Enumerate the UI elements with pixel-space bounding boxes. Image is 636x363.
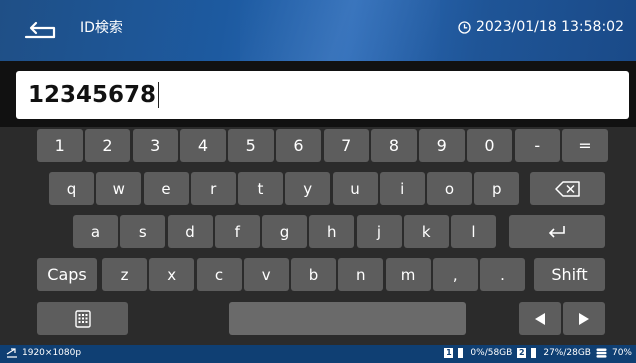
key-n[interactable]: n xyxy=(338,258,384,291)
key-b[interactable]: b xyxy=(291,258,336,291)
back-button[interactable] xyxy=(22,14,58,46)
key-=[interactable]: = xyxy=(562,129,608,162)
input-value: 12345678 xyxy=(28,82,157,108)
sd-card-icon xyxy=(458,348,464,358)
key-v[interactable]: v xyxy=(243,258,289,291)
resolution-text: 1920×1080p xyxy=(22,348,82,358)
key-z[interactable]: z xyxy=(102,258,147,291)
key-x[interactable]: x xyxy=(149,258,195,291)
text-caret xyxy=(158,82,159,108)
cast-icon xyxy=(6,348,17,358)
clock-icon xyxy=(458,20,471,34)
key-l[interactable]: l xyxy=(451,215,496,248)
key-3[interactable]: 3 xyxy=(132,129,178,162)
disk1-usage: 0%/58GB xyxy=(470,348,513,358)
key-d[interactable]: d xyxy=(167,215,213,248)
caps-key[interactable]: Caps xyxy=(37,258,97,291)
header-sheen xyxy=(240,0,440,61)
id-search-input[interactable]: 12345678 xyxy=(16,71,629,119)
key-r[interactable]: r xyxy=(190,172,236,205)
key-6[interactable]: 6 xyxy=(275,129,322,162)
key-q[interactable]: q xyxy=(49,172,94,205)
backspace-key[interactable] xyxy=(530,172,605,205)
key-t[interactable]: t xyxy=(238,172,283,205)
key-s[interactable]: s xyxy=(120,215,166,248)
space-key[interactable] xyxy=(229,302,466,335)
key-j[interactable]: j xyxy=(356,215,402,248)
cursor-left-key[interactable] xyxy=(519,302,561,335)
keyboard-icon xyxy=(74,309,91,328)
disk2-usage: 27%/28GB xyxy=(543,348,591,358)
key-1[interactable]: 1 xyxy=(37,129,83,162)
key-m[interactable]: m xyxy=(385,258,431,291)
key-k[interactable]: k xyxy=(403,215,449,248)
disk1-badge: 1 xyxy=(444,348,454,358)
header-bar: ID検索 2023/01/18 13:58:02 xyxy=(0,0,636,61)
keyboard-toggle-key[interactable] xyxy=(37,302,128,335)
key-g[interactable]: g xyxy=(262,215,307,248)
key-i[interactable]: i xyxy=(379,172,425,205)
sd-card-icon xyxy=(531,348,537,358)
cursor-right-key[interactable] xyxy=(563,302,605,335)
key-c[interactable]: c xyxy=(196,258,242,291)
key-p[interactable]: p xyxy=(474,172,520,205)
storage-usage: 70% xyxy=(611,348,632,358)
storage-stack-icon xyxy=(596,348,607,358)
key-e[interactable]: e xyxy=(143,172,189,205)
disk2-badge: 2 xyxy=(517,348,527,358)
key-2[interactable]: 2 xyxy=(84,129,131,162)
key-h[interactable]: h xyxy=(309,215,355,248)
key-y[interactable]: y xyxy=(285,172,331,205)
key-7[interactable]: 7 xyxy=(323,129,369,162)
back-return-icon xyxy=(24,21,56,39)
key-,[interactable]: , xyxy=(432,258,478,291)
shift-key[interactable]: Shift xyxy=(534,258,605,291)
key-8[interactable]: 8 xyxy=(371,129,417,162)
key-o[interactable]: o xyxy=(427,172,472,205)
key-f[interactable]: f xyxy=(214,215,260,248)
key-w[interactable]: w xyxy=(96,172,142,205)
enter-key[interactable] xyxy=(509,215,605,248)
key-5[interactable]: 5 xyxy=(228,129,274,162)
enter-icon xyxy=(548,225,565,238)
status-bar: 1920×1080p 1 0%/58GB 2 27%/28GB 70% xyxy=(0,345,636,363)
resolution-indicator: 1920×1080p xyxy=(6,348,81,358)
onscreen-keyboard: 1 2 3 4 5 6 7 8 9 0- = qwertyuiop asdfghjkl zxcvbn… xyxy=(0,127,636,345)
datetime-display: 2023/01/18 13:58:02 xyxy=(458,19,624,35)
arrow-right-icon xyxy=(579,312,589,325)
key--[interactable]: - xyxy=(514,129,560,162)
backspace-icon xyxy=(554,180,580,197)
key-a[interactable]: a xyxy=(73,215,118,248)
page-title: ID検索 xyxy=(80,20,123,36)
datetime-text: 2023/01/18 13:58:02 xyxy=(475,19,624,35)
key-4[interactable]: 4 xyxy=(180,129,226,162)
key-0[interactable]: 0 xyxy=(466,129,513,162)
storage-indicators: 1 0%/58GB 2 27%/28GB 70% xyxy=(444,348,632,358)
key-.[interactable]: . xyxy=(480,258,525,291)
key-9[interactable]: 9 xyxy=(419,129,465,162)
arrow-left-icon xyxy=(535,312,545,325)
key-u[interactable]: u xyxy=(332,172,378,205)
